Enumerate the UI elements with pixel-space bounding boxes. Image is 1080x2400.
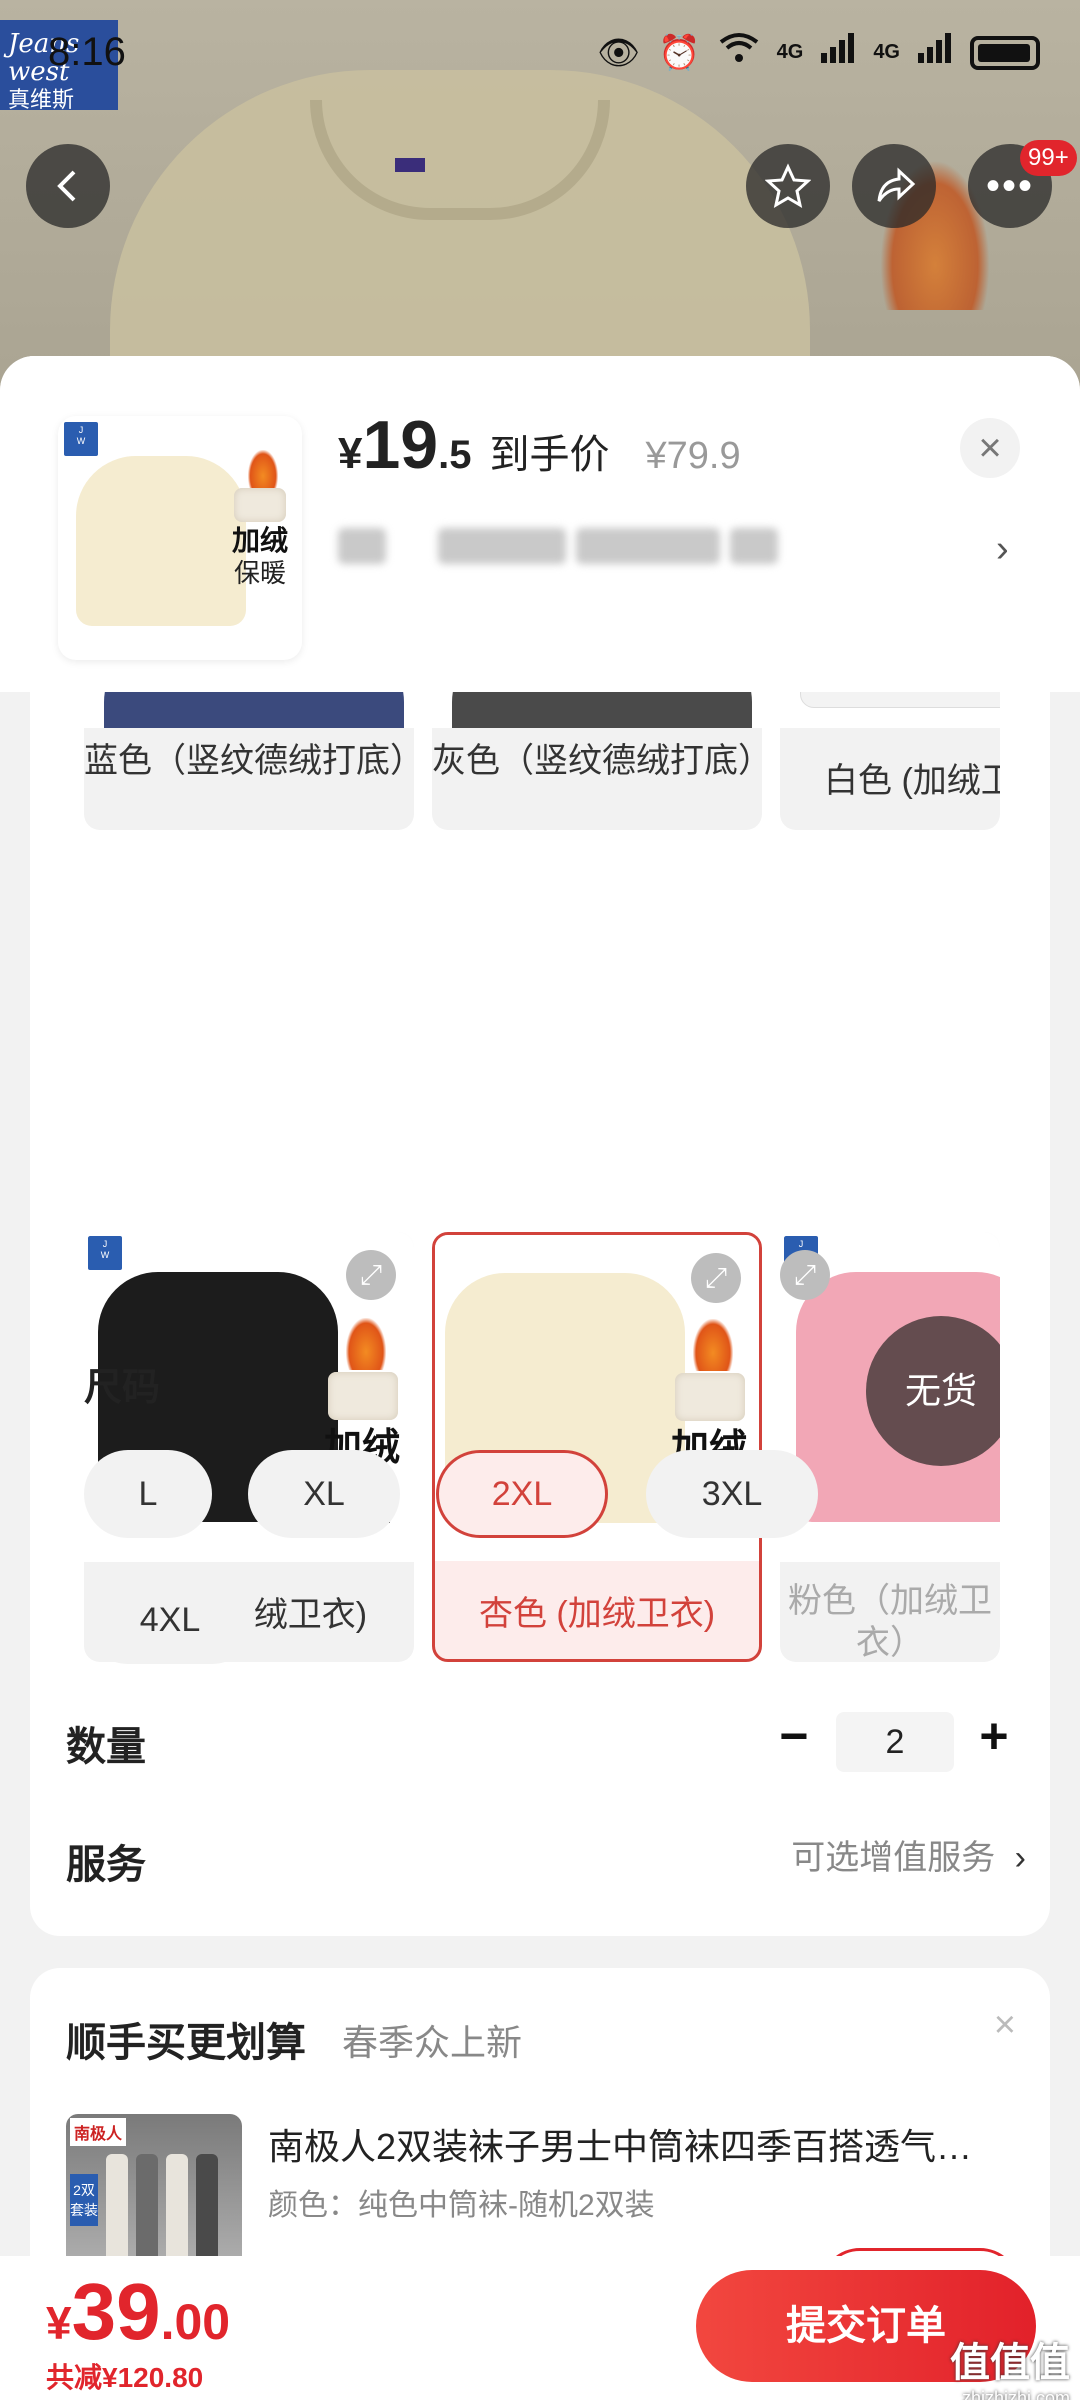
close-button[interactable]: × [960,418,1020,478]
color-options: 蓝色（竖纹德绒打底） 灰色（竖纹德绒打底） 白色 (加绒卫衣) JW ⤢ 加绒 [0,692,1080,1692]
sweater-image [76,456,246,626]
color-option-white[interactable]: 白色 (加绒卫衣) [780,692,1000,830]
size-option-3xl[interactable]: 3XL [646,1450,818,1538]
total-integer: 39 [71,2267,161,2356]
quantity-title: 数量 [66,1725,146,1769]
upsell-item-spec: 颜色：纯色中筒袜-随机2双装 [268,2189,655,2222]
flame-icon [346,1318,386,1370]
color-option-label: 灰色（竖纹德绒打底） [432,742,762,780]
color-option-pink[interactable]: JW ⤢ 无货 粉色（加绒卫衣） [780,1232,1000,1662]
watermark: 值值值 zhizhizhi.com [950,2330,1070,2400]
total-currency: ¥ [46,2297,72,2349]
brand-mini-logo: JW [64,422,98,456]
fleece-swatch [328,1372,398,1420]
eye-icon: 👁 [597,33,641,72]
color-option-apricot[interactable]: ⤢ 加绒 保暖 杏色 (加绒卫衣) [432,1232,762,1662]
size-option-2xl[interactable]: 2XL [436,1450,608,1538]
price-decimal: .5 [438,433,472,477]
color-option-label: 蓝色（竖纹德绒打底） [84,742,414,780]
brand-mini-logo: JW [88,1236,122,1270]
total-price: ¥ 39 .00 [46,2266,230,2358]
chevron-right-icon: › [1014,1839,1026,1877]
sku-selector-sheet: 蓝色（竖纹德绒打底） 灰色（竖纹德绒打底） 白色 (加绒卫衣) JW ⤢ 加绒 [0,356,1080,2400]
notification-badge: 99+ [1020,140,1077,176]
price-currency: ¥ [338,429,363,478]
brand-logo-cn: 真维斯 [8,87,75,112]
price-integer: 19 [362,407,439,483]
color-option-image [780,692,1000,728]
upsell-subtitle: 春季众上新 [342,2022,523,2063]
battery-icon [970,35,1040,70]
total-decimal: .00 [160,2294,231,2350]
alarm-icon: ⏰ [658,33,701,72]
back-button[interactable] [26,144,110,228]
favorite-button[interactable] [746,144,830,228]
status-time: 8:16 [48,30,126,74]
size-title: 尺码 [84,1367,161,1409]
watermark-text: 值值值 [950,2341,1070,2385]
service-selector[interactable]: 可选增值服务 › [791,1830,1026,1879]
color-option-blue[interactable]: 蓝色（竖纹德绒打底） [84,692,414,830]
color-option-gray[interactable]: 灰色（竖纹德绒打底） [432,692,762,830]
color-option-image [84,692,414,728]
size-option-xl[interactable]: XL [248,1450,400,1538]
sweater-image [104,692,404,728]
color-option-image [432,692,762,728]
expand-icon[interactable]: ⤢ [346,1250,396,1300]
expand-icon[interactable]: ⤢ [691,1253,741,1303]
share-button[interactable] [852,144,936,228]
color-option-label: 白色 (加绒卫衣) [824,762,1000,800]
service-hint: 可选增值服务 [791,1839,996,1877]
price-label: 到手价 [489,433,610,477]
star-icon [765,163,811,209]
sweater-image [800,692,1000,708]
status-icons: 👁 ⏰ 4G 4G [597,32,1040,73]
upsell-item-name[interactable]: 南极人2双装袜子男士中筒袜四季百搭透气吸汗 [268,2118,1008,2170]
product-thumbnail[interactable]: JW 加绒 保暖 [58,416,302,660]
signal-icon-2: 4G [873,41,900,63]
original-price: ¥79.9 [645,435,741,477]
quantity-minus-button[interactable]: − [764,1706,824,1766]
socks-pack-badge: 2双套装 [70,2174,98,2226]
upsell-close-icon[interactable]: × [994,2004,1016,2047]
size-option-4xl[interactable]: 4XL [84,1576,256,1664]
expand-icon[interactable]: ⤢ [780,1250,830,1300]
color-option-label: 杏色 (加绒卫衣) [478,1595,716,1633]
sheet-header: JW 加绒 保暖 ¥ 19 .5 到手价 ¥79.9 × › [0,356,1080,692]
signal-icon-1: 4G [776,41,804,63]
sweater-image [452,692,752,728]
bottom-bar: ¥ 39 .00 共减¥120.80 提交订单 [0,2256,1080,2400]
status-bar: Jeans west 真维斯 8:16 👁 ⏰ 4G 4G [0,0,1080,112]
color-option-label: 粉色（加绒卫衣） [788,1582,992,1662]
quantity-value[interactable]: 2 [836,1712,954,1772]
share-icon [877,167,916,202]
quantity-plus-button[interactable]: + [964,1706,1024,1766]
watermark-url: zhizhizhi.com [961,2388,1070,2400]
price-block: ¥ 19 .5 到手价 ¥79.9 [338,406,741,484]
size-option-l[interactable]: L [84,1450,212,1538]
selected-spec-text-blurred[interactable] [338,528,778,568]
fleece-swatch [675,1373,745,1421]
socks-brand-label: 南极人 [70,2118,127,2146]
service-title: 服务 [66,1843,146,1887]
fleece-swatch [234,488,286,522]
chevron-left-icon [57,170,76,202]
flame-icon [248,450,278,490]
warm-tag: 保暖 [234,558,287,588]
flame-icon [693,1319,733,1371]
chevron-right-icon[interactable]: › [996,528,1009,571]
total-saved: 共减¥120.80 [46,2362,204,2393]
signal-bars-icon-2 [918,33,952,72]
upsell-title: 顺手买更划算 [66,2021,306,2065]
fleece-tag: 加绒 [232,525,289,556]
signal-bars-icon [821,33,855,72]
wifi-icon [719,32,759,73]
sweater-label [395,158,425,172]
